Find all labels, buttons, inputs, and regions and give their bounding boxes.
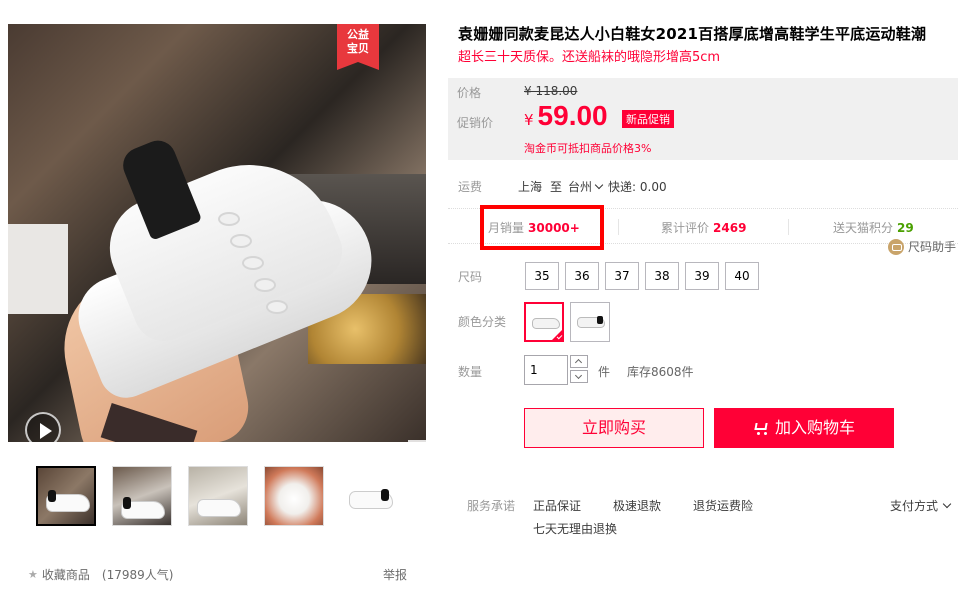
shoe-lace xyxy=(242,256,264,270)
color-option-white[interactable] xyxy=(524,302,564,342)
highlight-annotation xyxy=(480,205,604,250)
popularity-count: (17989人气) xyxy=(101,568,174,582)
divider xyxy=(618,219,619,235)
tmall-points-value: 29 xyxy=(897,221,914,235)
service-item[interactable]: 极速退款 xyxy=(613,497,661,514)
ship-from: 上海 xyxy=(518,180,543,194)
ruler-icon xyxy=(888,238,904,255)
quantity-label: 数量 xyxy=(458,365,483,379)
size-option[interactable]: 35 xyxy=(525,262,559,290)
shoe-lace xyxy=(254,278,276,292)
price-panel: 价格 ¥ 118.00 促销价 ¥ 59.00 新品促销 淘金币可抵扣商品价格3… xyxy=(448,78,958,160)
public-welfare-badge: 公益 宝贝 xyxy=(337,24,379,70)
service-item[interactable]: 退货运费险 xyxy=(693,497,753,514)
product-subtitle: 超长三十天质保。还送船袜的哦隐形增高5cm xyxy=(458,50,721,65)
quantity-stepper: 1 xyxy=(524,355,588,385)
size-option[interactable]: 39 xyxy=(685,262,719,290)
thumbnail-strip xyxy=(36,466,400,526)
increment-icon[interactable] xyxy=(570,355,588,368)
quantity-unit: 件 xyxy=(598,365,611,379)
chevron-down-icon[interactable] xyxy=(594,180,604,190)
add-to-cart-button[interactable]: 加入购物车 xyxy=(714,408,894,448)
favorite-label: 收藏商品 xyxy=(41,568,90,582)
tmall-points-label: 送天猫积分 xyxy=(833,221,894,235)
payment-label: 支付方式 xyxy=(890,499,939,513)
size-label: 尺码 xyxy=(458,270,483,284)
color-option-white-black[interactable] xyxy=(570,302,610,342)
size-helper-label: 尺码助手 xyxy=(908,240,957,254)
review-count-label: 累计评价 xyxy=(661,221,710,235)
shoe-lace xyxy=(218,212,240,226)
thumbnail-3[interactable] xyxy=(188,466,248,526)
taobao-coin-note[interactable]: 淘金币可抵扣商品价格3% xyxy=(524,140,651,156)
color-options xyxy=(524,302,610,342)
zoom-icon[interactable] xyxy=(408,440,426,442)
buy-now-button[interactable]: 立即购买 xyxy=(524,408,704,448)
review-count-value: 2469 xyxy=(713,221,747,235)
size-option[interactable]: 38 xyxy=(645,262,679,290)
quantity-input[interactable]: 1 xyxy=(524,355,568,385)
thumbnail-5[interactable] xyxy=(340,466,400,526)
cart-icon xyxy=(753,421,769,435)
size-option[interactable]: 36 xyxy=(565,262,599,290)
video-play-icon[interactable] xyxy=(25,412,61,442)
product-title: 袁姗姗同款麦昆达人小白鞋女2021百搭厚底增高鞋学生平底运动鞋潮 xyxy=(458,25,927,43)
badge-line: 公益 xyxy=(347,28,369,41)
thumbnail-1[interactable] xyxy=(36,466,96,526)
shipping-row: 运费 上海 至 台州 快递: 0.00 xyxy=(458,178,667,195)
main-product-image[interactable] xyxy=(8,24,426,442)
promo-tag: 新品促销 xyxy=(622,110,674,128)
original-price: ¥ 118.00 xyxy=(524,84,578,98)
color-label: 颜色分类 xyxy=(458,315,507,329)
promo-price: ¥ 59.00 xyxy=(524,100,608,132)
original-price-label: 价格 xyxy=(457,86,482,100)
divider xyxy=(788,219,789,235)
size-option[interactable]: 40 xyxy=(725,262,759,290)
thumbnail-4[interactable] xyxy=(264,466,324,526)
stock-count: 库存8608件 xyxy=(627,365,694,379)
selected-check-icon xyxy=(551,329,563,341)
ship-to-selector[interactable]: 台州 xyxy=(568,178,592,195)
currency-symbol: ¥ xyxy=(524,111,534,129)
service-label: 服务承诺 xyxy=(467,499,516,513)
ship-to-word: 至 xyxy=(550,180,563,194)
tmall-points: 送天猫积分 29 xyxy=(833,219,914,236)
star-icon: ★ xyxy=(28,568,38,581)
size-options: 35 36 37 38 39 40 xyxy=(525,262,759,290)
size-option[interactable]: 37 xyxy=(605,262,639,290)
service-item[interactable]: 正品保证 xyxy=(533,497,581,514)
promo-price-label: 促销价 xyxy=(457,116,494,130)
decrement-icon[interactable] xyxy=(570,370,588,383)
add-to-cart-label: 加入购物车 xyxy=(774,418,855,437)
shipping-label: 运费 xyxy=(458,180,483,194)
shoe-lace xyxy=(230,234,252,248)
chevron-down-icon xyxy=(942,499,952,509)
payment-methods[interactable]: 支付方式 xyxy=(890,497,952,514)
background-shelf xyxy=(8,224,68,314)
badge-line: 宝贝 xyxy=(347,42,369,55)
promo-price-value: 59.00 xyxy=(537,100,608,131)
size-helper-button[interactable]: 尺码助手 xyxy=(888,238,956,255)
service-item[interactable]: 七天无理由退换 xyxy=(533,520,617,537)
favorite-link[interactable]: ★ 收藏商品 (17989人气) xyxy=(28,566,173,583)
review-count[interactable]: 累计评价 2469 xyxy=(661,219,746,236)
thumbnail-2[interactable] xyxy=(112,466,172,526)
report-link[interactable]: 举报 xyxy=(383,566,407,583)
shoe-lace xyxy=(266,300,288,314)
express-fee: 快递: 0.00 xyxy=(608,180,667,194)
